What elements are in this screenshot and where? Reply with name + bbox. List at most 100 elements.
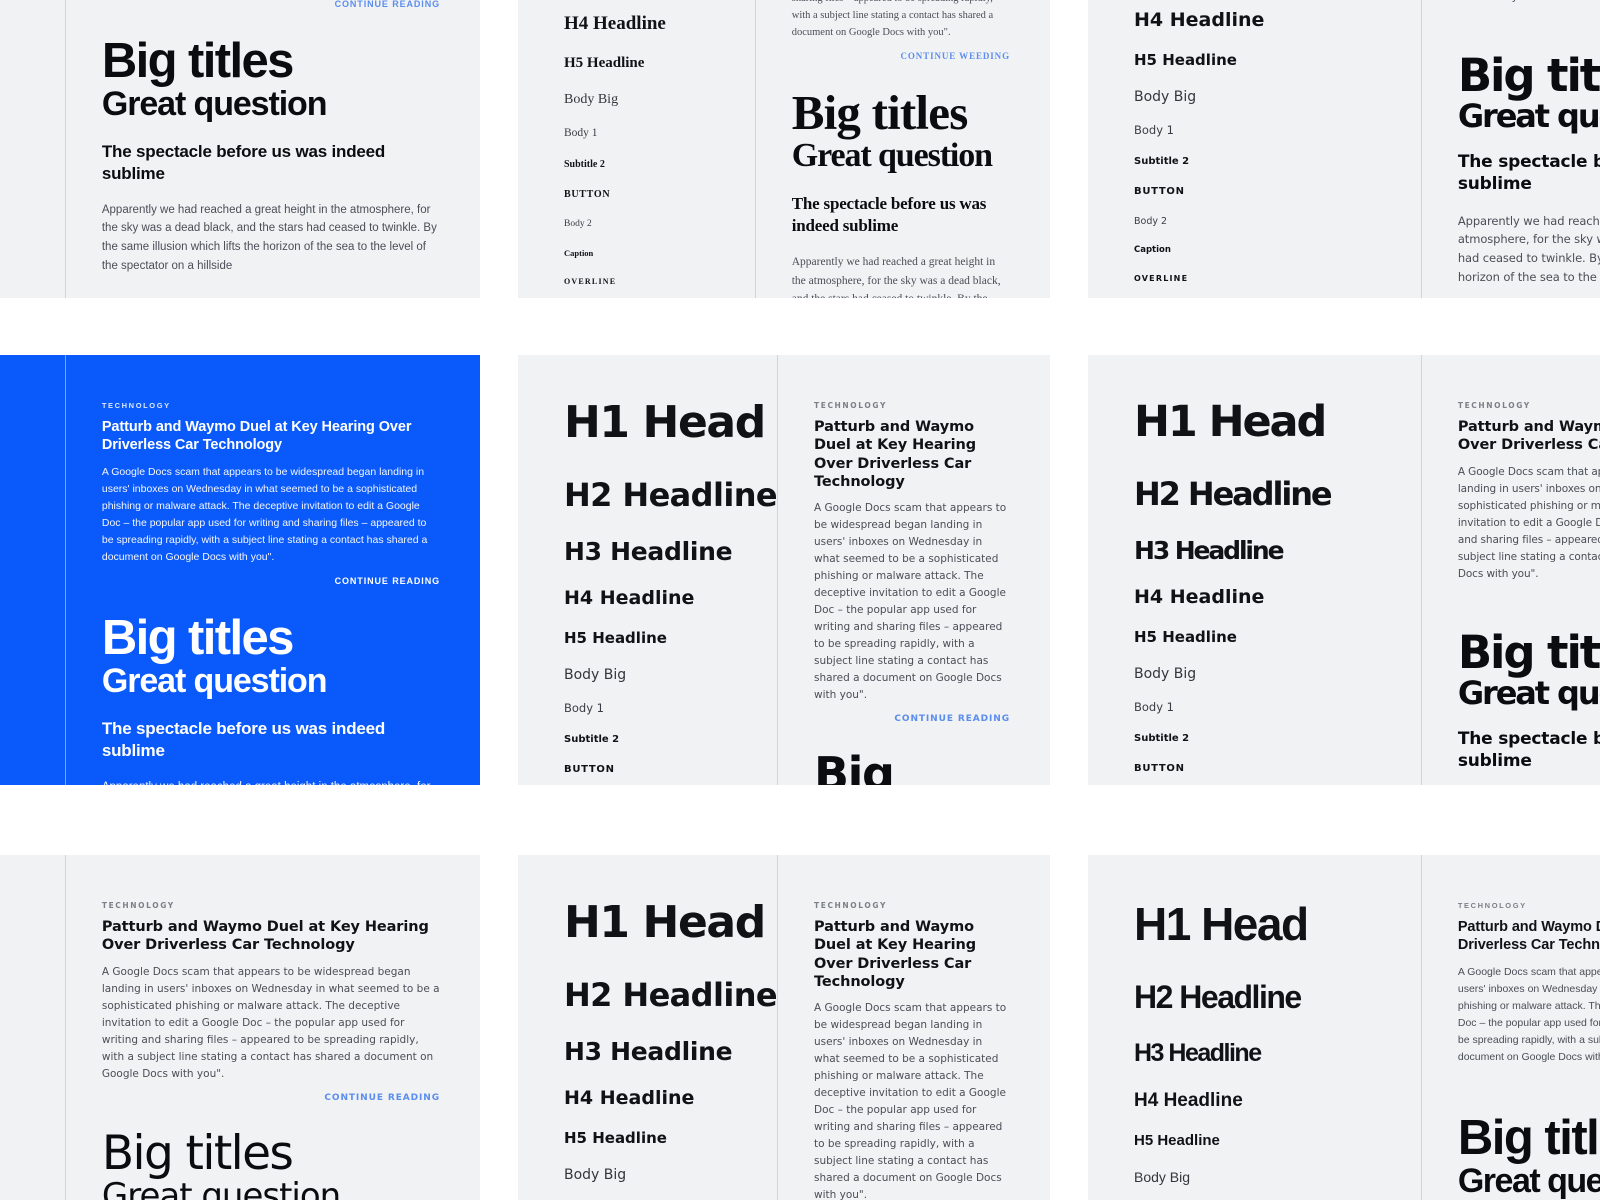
type-specimen-card-r3c2[interactable]: H1 Head H2 Headline H3 Headline H4 Headl…	[518, 855, 1050, 1200]
type-specimen-card-r3c3[interactable]: H1 Head H2 Headline H3 Headline H4 Headl…	[1088, 855, 1600, 1200]
scale-item-body-2: Body 2	[564, 218, 592, 229]
article-headline: Patturb and Waymo Duel at Key Hearing Ov…	[814, 919, 976, 990]
scale-item-h2: H2 Headline	[0, 980, 65, 1012]
scale-item-h1: H1 Head	[0, 401, 65, 447]
scale-item-body-1: Body 1	[564, 127, 598, 139]
type-specimen-card-r3c1[interactable]: H1 Head H2 Headline H3 Headline H4 Headl…	[0, 855, 480, 1200]
scale-item-body-2: Body 2	[0, 220, 65, 230]
showcase-big-title: Big titles	[101, 33, 295, 88]
showcase-lead: The spectacle before us was indeed subli…	[1457, 152, 1600, 194]
type-specimen-card-r2c1[interactable]: H1 Head H2 Headline H3 Headline H4 Headl…	[0, 355, 480, 785]
type-scale-column: H1 Head H2 Headline H3 Headline H4 Headl…	[518, 855, 778, 1200]
type-demo-column: TECHNOLOGY Patturb and Waymo Duel at Key…	[1420, 355, 1600, 785]
scale-item-body-big: Body Big	[1134, 89, 1197, 105]
showcase-big-subtitle: Great question	[1457, 673, 1600, 712]
scale-item-button: BUTTON	[564, 188, 611, 200]
scale-item-body-big: Body Big	[564, 92, 619, 107]
scale-item-h2: H2 Headline	[1134, 475, 1333, 513]
scale-item-h5: H5 Headline	[1134, 628, 1237, 646]
scale-item-caption: Caption	[0, 249, 65, 258]
type-demo-column: TECHNOLOGY Patturb and Waymo Duel at Key…	[1420, 0, 1600, 298]
scale-item-body-1: Body 1	[1134, 123, 1175, 137]
scale-item-button: BUTTON	[1134, 185, 1185, 197]
type-scale-column: H1 Head H2 Headline H3 Headline H4 Headl…	[0, 0, 65, 298]
article-category-overline: TECHNOLOGY	[101, 401, 171, 410]
scale-item-h5: H5 Headline	[1134, 1132, 1220, 1149]
scale-item-body-big: Body Big	[1134, 1169, 1191, 1185]
type-demo-column: TECHNOLOGY Patturb and Waymo Duel at Key…	[64, 855, 480, 1200]
scale-item-h1: H1 Head	[1134, 397, 1327, 447]
continue-reading-link[interactable]: CONTINUE READING	[102, 0, 440, 9]
scale-item-h1: H1 Head	[564, 397, 766, 448]
scale-item-subtitle-2: Subtitle 2	[1134, 732, 1190, 744]
scale-item-subtitle-2: Subtitle 2	[0, 737, 65, 747]
scale-item-overline: OVERLINE	[564, 276, 617, 286]
showcase-lead: The spectacle before us was indeed subli…	[1457, 729, 1600, 771]
showcase-big-title: Big titles	[814, 747, 895, 785]
type-specimen-card-r2c2[interactable]: H1 Head H2 Headline H3 Headline H4 Headl…	[518, 355, 1050, 785]
type-scale-column: H1 Head H2 Headline H3 Headline H4 Headl…	[518, 355, 778, 785]
type-scale-column: H1 Head H2 Headline H3 Headline H4 Headl…	[1088, 355, 1421, 785]
continue-reading-link[interactable]: CONTINUE READING	[1458, 16, 1600, 26]
continue-reading-link[interactable]: CONTINUE READING	[1458, 593, 1600, 603]
scale-item-button: BUTTON	[0, 767, 65, 777]
scale-item-body-big: Body Big	[0, 93, 65, 107]
type-demo-column: TECHNOLOGY Patturb and Waymo Duel at Key…	[777, 355, 1050, 785]
continue-reading-link[interactable]: CONTINUE READING	[102, 576, 440, 586]
showcase-big-subtitle: Great question	[1457, 1161, 1600, 1200]
showcase-big-title: Big titles	[1457, 48, 1600, 102]
type-demo-column: TECHNOLOGY Patturb and Waymo Duel at Key…	[64, 355, 480, 785]
scale-item-h2: H2 Headline	[564, 476, 778, 514]
continue-reading-link[interactable]: CONTINUE WEEDING	[792, 51, 1010, 61]
scale-item-h4: H4 Headline	[0, 1090, 65, 1109]
showcase-big-subtitle: Great question	[101, 1175, 341, 1200]
type-scale-column: H1 Head H2 Headline H3 Headline H4 Headl…	[1088, 0, 1421, 298]
showcase-paragraph: Apparently we had reached a great height…	[1457, 213, 1600, 284]
article-headline: Patturb and Waymo Duel at Key Hearing Ov…	[1457, 919, 1600, 954]
scale-item-overline: OVERLINE	[0, 278, 65, 286]
scale-item-button: BUTTON	[1134, 762, 1185, 774]
scale-item-h4: H4 Headline	[564, 13, 666, 34]
showcase-big-subtitle: Great question	[101, 84, 328, 123]
type-specimen-card-r1c3[interactable]: H1 Head H2 Headline H3 Headline H4 Headl…	[1088, 0, 1600, 298]
type-specimen-card-r1c1[interactable]: H1 Head H2 Headline H3 Headline H4 Headl…	[0, 0, 480, 298]
article-body-text: A Google Docs scam that appears to be wi…	[101, 965, 440, 1080]
showcase-lead: The spectacle before us was indeed subli…	[101, 719, 386, 760]
showcase-big-subtitle: Great question	[791, 136, 993, 174]
scale-item-h2: H2 Headline	[564, 976, 778, 1014]
scale-item-subtitle-2: Subtitle 2	[564, 158, 605, 170]
article-body-text: A Google Docs scam that appears to be wi…	[1457, 465, 1600, 580]
continue-reading-link[interactable]: CONTINUE READING	[102, 1093, 440, 1103]
scale-item-h4: H4 Headline	[0, 591, 65, 610]
type-demo-column: TECHNOLOGY Patturb and Waymo Duel at Key…	[1420, 855, 1600, 1200]
showcase-big-title: Big titles	[101, 1125, 294, 1181]
article-body-text: A Google Docs scam that appears to be wi…	[1458, 0, 1600, 6]
article-body-text: A Google Docs scam that appears to be wi…	[814, 502, 1007, 702]
type-specimen-card-r2c3[interactable]: H1 Head H2 Headline H3 Headline H4 Headl…	[1088, 355, 1600, 785]
article-headline: Patturb and Waymo Duel at Key Hearing Ov…	[1457, 419, 1600, 454]
scale-item-body-big: Body Big	[0, 670, 65, 684]
article-headline: Patturb and Waymo Duel at Key Hearing Ov…	[101, 419, 412, 454]
showcase-big-subtitle: Great question	[1457, 96, 1600, 135]
type-demo-column: TECHNOLOGY Patturb and Waymo Duel at Key…	[777, 855, 1050, 1200]
type-specimen-card-r1c2[interactable]: H1 Head H2 Headline H3 Headline H4 Headl…	[518, 0, 1050, 298]
continue-reading-link[interactable]: CONTINUE READING	[814, 714, 1010, 724]
continue-reading-link[interactable]: CONTINUE READING	[1458, 1076, 1600, 1086]
showcase-paragraph: Apparently we had reached a great height…	[102, 778, 440, 785]
showcase-paragraph: Apparently we had reached a great height…	[101, 203, 437, 272]
article-body-text: A Google Docs scam that appears to be wi…	[814, 1002, 1007, 1200]
scale-item-caption: Caption	[564, 248, 594, 258]
scale-item-button: BUTTON	[564, 763, 615, 775]
showcase-big-title: Big titles	[1457, 1110, 1600, 1165]
article-headline: Patturb and Waymo Duel at Key Hearing Ov…	[101, 919, 429, 954]
scale-item-h5: H5 Headline	[564, 55, 645, 71]
scale-item-body-1: Body 1	[0, 128, 65, 140]
scale-item-body-2: Body 2	[1134, 215, 1168, 227]
showcase-big-title: Big titles	[101, 610, 295, 665]
showcase-big-subtitle: Great question	[101, 661, 328, 700]
article-category-overline: TECHNOLOGY	[101, 901, 175, 910]
showcase-big-title: Big titles	[791, 84, 969, 140]
article-category-overline: TECHNOLOGY	[1457, 901, 1527, 910]
article-category-overline: TECHNOLOGY	[814, 901, 887, 910]
showcase-lead: The spectacle before us was indeed subli…	[791, 194, 987, 236]
